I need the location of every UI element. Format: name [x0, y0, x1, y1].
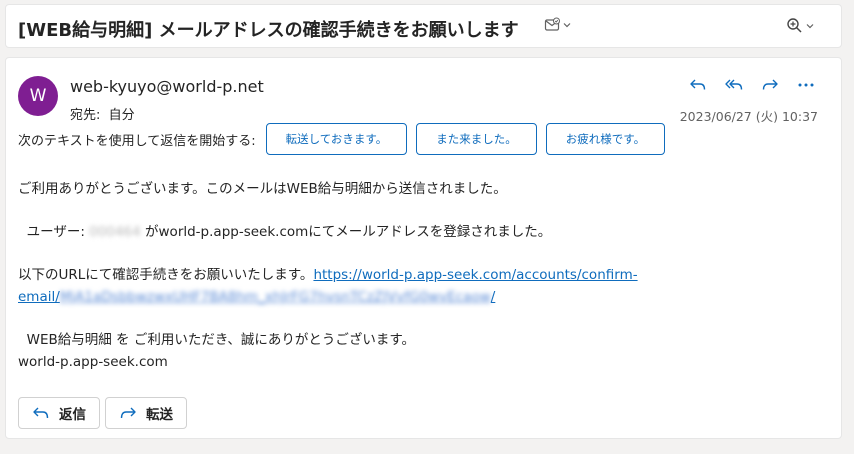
body-user-line: ユーザー: 000464 がworld-p.app-seek.comにてメールア…	[18, 221, 818, 243]
suggested-replies: 次のテキストを使用して返信を開始する: 転送しておきます。 また来ました。 お疲…	[18, 123, 674, 155]
message-actions	[685, 72, 819, 98]
reply-icon	[33, 407, 49, 419]
to-label: 宛先:	[70, 108, 101, 123]
suggested-reply-button[interactable]: お疲れ様です。	[545, 123, 666, 155]
body-intro: ご利用ありがとうございます。このメールはWEB給与明細から送信されました。	[18, 181, 507, 197]
more-icon[interactable]	[793, 72, 819, 98]
suggested-replies-label: 次のテキストを使用して返信を開始する:	[18, 133, 256, 149]
message-date: 2023/06/27 (火) 10:37	[679, 109, 818, 124]
user-suffix: がworld-p.app-seek.comにてメールアドレスを登録されました。	[145, 224, 552, 240]
forward-button-label: 転送	[146, 407, 173, 423]
body-url-line: 以下のURLにて確認手続きをお願いいたします。https://world-p.a…	[18, 264, 818, 308]
reply-button-label: 返信	[59, 407, 86, 423]
subject-bar: [WEB給与明細] メールアドレスの確認手続きをお願いします	[5, 4, 842, 48]
confirm-link[interactable]: https://world-p.app-seek.com/accounts/co…	[313, 267, 637, 283]
chevron-down-icon	[563, 23, 571, 28]
forward-icon	[120, 407, 136, 419]
message-card: W web-kyuyo@world-p.net 宛先: 自分 2023/06/2…	[5, 57, 842, 439]
suggested-reply-button[interactable]: 転送しておきます。	[265, 123, 408, 155]
confirm-link-tail[interactable]: /	[491, 289, 496, 305]
reply-button[interactable]: 返信	[18, 397, 100, 429]
zoom-icon[interactable]	[786, 17, 814, 34]
message-body: ご利用ありがとうございます。このメールはWEB給与明細から送信されました。 ユー…	[18, 178, 818, 373]
forward-icon[interactable]	[757, 72, 783, 98]
body-thanks: WEB給与明細 を ご利用いただき、誠にありがとうございます。	[18, 329, 818, 351]
confirm-link-cont[interactable]: email/	[18, 289, 60, 305]
user-id-redacted: 000464	[89, 224, 141, 240]
sender-address[interactable]: web-kyuyo@world-p.net	[70, 77, 264, 96]
reply-buttons: 返信 転送	[18, 397, 187, 429]
forward-button[interactable]: 転送	[105, 397, 187, 429]
thanks-text: WEB給与明細 を ご利用いただき、誠にありがとうございます。	[26, 332, 416, 348]
confirm-token-redacted[interactable]: MjA1aDsbbwzwxUHF7BA8hm_xhJrFG7hvsnTCzZJV…	[60, 289, 491, 305]
user-prefix: ユーザー:	[26, 224, 85, 240]
chevron-down-icon	[806, 23, 814, 28]
mail-check-icon[interactable]	[544, 17, 571, 33]
body-site: world-p.app-seek.com	[18, 354, 168, 370]
suggested-reply-button[interactable]: また来ました。	[416, 123, 537, 155]
recipient-line: 宛先: 自分	[70, 104, 135, 123]
url-prefix: 以下のURLにて確認手続きをお願いいたします。	[18, 267, 314, 283]
reply-icon[interactable]	[685, 72, 711, 98]
to-value[interactable]: 自分	[109, 108, 135, 123]
email-subject: [WEB給与明細] メールアドレスの確認手続きをお願いします	[18, 20, 519, 41]
avatar: W	[18, 76, 58, 116]
reply-all-icon[interactable]	[721, 72, 747, 98]
